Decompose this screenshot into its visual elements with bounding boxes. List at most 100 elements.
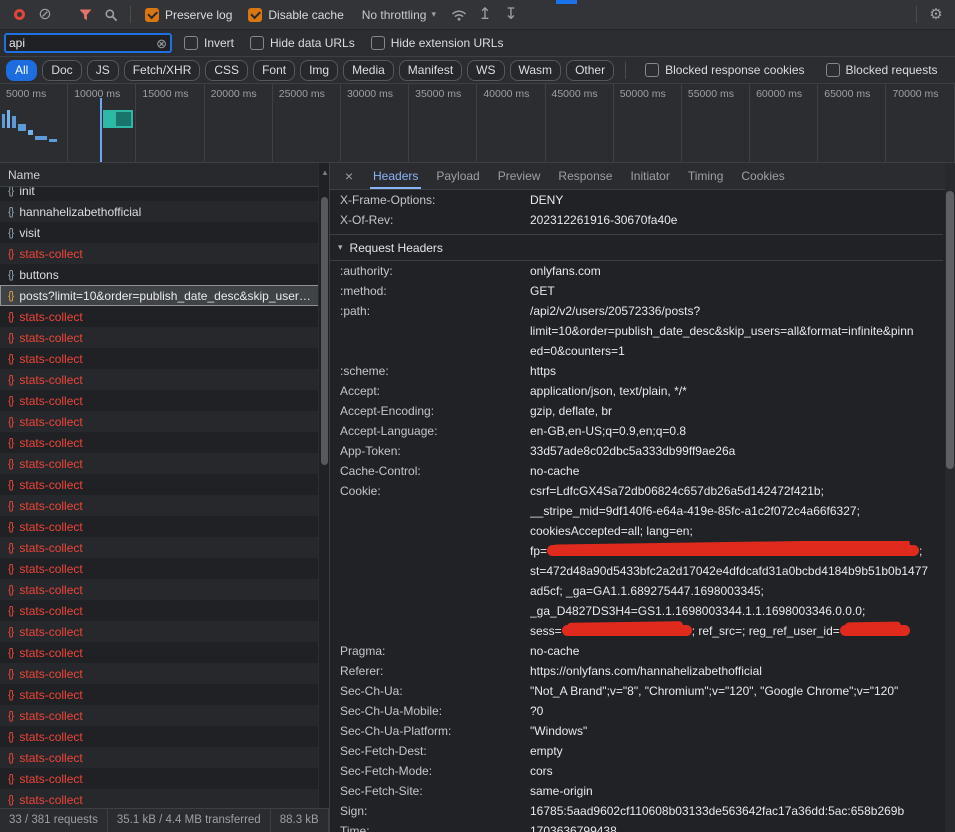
resources-size: 88.3 kB [271, 809, 329, 832]
throttling-dropdown[interactable]: No throttling ▾ [362, 8, 436, 22]
request-row[interactable]: {} init [0, 187, 329, 201]
activity-bar [28, 130, 33, 135]
detail-tab[interactable]: Response [549, 163, 621, 189]
request-row[interactable]: {} stats-collect [0, 474, 329, 495]
type-filter-pill[interactable]: Manifest [399, 60, 462, 81]
type-filter-pill[interactable]: JS [87, 60, 119, 81]
name-column-header[interactable]: Name [0, 163, 329, 187]
request-row[interactable]: {} stats-collect [0, 684, 329, 705]
timeline-tick-label: 15000 ms [136, 84, 204, 162]
braces-icon: {} [8, 542, 13, 554]
type-filter-pill[interactable]: All [6, 60, 37, 81]
request-row[interactable]: {} stats-collect [0, 495, 329, 516]
network-main-area: Name {} init {} hannahelizabethofficial … [0, 163, 955, 832]
request-row[interactable]: {} visit [0, 222, 329, 243]
timeline-tick-label: 25000 ms [273, 84, 341, 162]
request-row[interactable]: {} stats-collect [0, 306, 329, 327]
braces-icon: {} [8, 458, 13, 470]
header-value: same-origin [530, 781, 943, 801]
request-row[interactable]: {} posts?limit=10&order=publish_date_des… [0, 285, 329, 306]
chevron-down-icon: ▾ [431, 9, 436, 20]
request-row[interactable]: {} hannahelizabethofficial [0, 201, 329, 222]
request-row[interactable]: {} stats-collect [0, 537, 329, 558]
request-row[interactable]: {} stats-collect [0, 768, 329, 789]
request-name: stats-collect [19, 541, 82, 555]
preserve-log-checkbox[interactable]: Preserve log [145, 8, 232, 22]
request-headers-section-header[interactable]: ▾ Request Headers [330, 235, 943, 261]
braces-icon: {} [8, 206, 13, 218]
request-row[interactable]: {} stats-collect [0, 789, 329, 810]
type-filter-pill[interactable]: WS [467, 60, 504, 81]
request-row[interactable]: {} stats-collect [0, 663, 329, 684]
scroll-up-icon[interactable]: ▲ [321, 168, 329, 177]
header-name: :authority: [340, 261, 530, 281]
cookie-line: cookiesAccepted=all; lang=en; [530, 521, 943, 541]
clear-input-icon[interactable]: ⊗ [156, 37, 167, 50]
invert-checkbox[interactable]: Invert [184, 36, 234, 50]
type-filter-pill[interactable]: Other [566, 60, 614, 81]
detail-tab[interactable]: Initiator [621, 163, 678, 189]
request-row[interactable]: {} stats-collect [0, 453, 329, 474]
filter-toggle-button[interactable] [72, 3, 98, 27]
filter-input[interactable] [9, 36, 156, 50]
timeline-tick-label: 60000 ms [750, 84, 818, 162]
import-har-button[interactable]: ↥ [472, 3, 498, 27]
request-row[interactable]: {} stats-collect [0, 369, 329, 390]
scrollbar-thumb[interactable] [946, 191, 954, 469]
invert-label: Invert [204, 36, 234, 50]
record-button[interactable] [6, 3, 32, 27]
header-value: https://onlyfans.com/hannahelizabethoffi… [530, 661, 943, 681]
detail-tab[interactable]: Timing [679, 163, 733, 189]
request-row[interactable]: {} stats-collect [0, 243, 329, 264]
detail-scrollbar[interactable] [945, 163, 955, 832]
detail-tab[interactable]: Cookies [732, 163, 793, 189]
throttling-value: No throttling [362, 8, 427, 22]
request-row[interactable]: {} stats-collect [0, 327, 329, 348]
header-name: Sec-Fetch-Site: [340, 781, 530, 801]
close-icon[interactable]: × [340, 168, 358, 184]
request-row[interactable]: {} stats-collect [0, 747, 329, 768]
request-row[interactable]: {} buttons [0, 264, 329, 285]
type-filter-toolbar: All Doc JS Fetch/XHR CSS Font Img Media … [0, 57, 955, 84]
detail-tab[interactable]: Payload [427, 163, 488, 189]
settings-button[interactable]: ⚙ [923, 3, 949, 27]
header-row: Sec-Fetch-Dest: empty [330, 741, 943, 761]
disable-cache-checkbox[interactable]: Disable cache [248, 8, 343, 22]
request-name: stats-collect [19, 646, 82, 660]
request-row[interactable]: {} stats-collect [0, 348, 329, 369]
type-filter-pill[interactable]: Wasm [510, 60, 562, 81]
search-button[interactable] [98, 3, 124, 27]
type-filter-pill[interactable]: Fetch/XHR [124, 60, 201, 81]
blocked-response-cookies-checkbox[interactable]: Blocked response cookies [645, 63, 804, 77]
request-row[interactable]: {} stats-collect [0, 432, 329, 453]
request-row[interactable]: {} stats-collect [0, 621, 329, 642]
request-row[interactable]: {} stats-collect [0, 411, 329, 432]
braces-icon: {} [8, 248, 13, 260]
request-row[interactable]: {} stats-collect [0, 516, 329, 537]
request-row[interactable]: {} stats-collect [0, 726, 329, 747]
export-har-button[interactable]: ↧ [498, 3, 524, 27]
network-overview-timeline[interactable]: 5000 ms 10000 ms 15000 ms 20000 ms 25000… [0, 84, 955, 163]
network-conditions-button[interactable] [446, 3, 472, 27]
header-value: DENY [530, 190, 943, 210]
request-row[interactable]: {} stats-collect [0, 642, 329, 663]
scrollbar-thumb[interactable] [321, 197, 328, 465]
clear-button[interactable]: ⊘ [32, 3, 58, 27]
request-row[interactable]: {} stats-collect [0, 579, 329, 600]
type-filter-pill[interactable]: Font [253, 60, 295, 81]
hide-data-urls-checkbox[interactable]: Hide data URLs [250, 36, 355, 50]
request-name: stats-collect [19, 667, 82, 681]
request-row[interactable]: {} stats-collect [0, 705, 329, 726]
request-row[interactable]: {} stats-collect [0, 558, 329, 579]
type-filter-pill[interactable]: Media [343, 60, 394, 81]
type-filter-pill[interactable]: Doc [42, 60, 81, 81]
detail-tab[interactable]: Headers [364, 163, 427, 189]
type-filter-pill[interactable]: CSS [205, 60, 248, 81]
detail-tab[interactable]: Preview [489, 163, 550, 189]
hide-extension-urls-checkbox[interactable]: Hide extension URLs [371, 36, 504, 50]
blocked-requests-checkbox[interactable]: Blocked requests [826, 63, 938, 77]
request-row[interactable]: {} stats-collect [0, 390, 329, 411]
request-row[interactable]: {} stats-collect [0, 600, 329, 621]
type-filter-pill[interactable]: Img [300, 60, 338, 81]
request-list-scrollbar[interactable]: ▲ [318, 163, 329, 808]
